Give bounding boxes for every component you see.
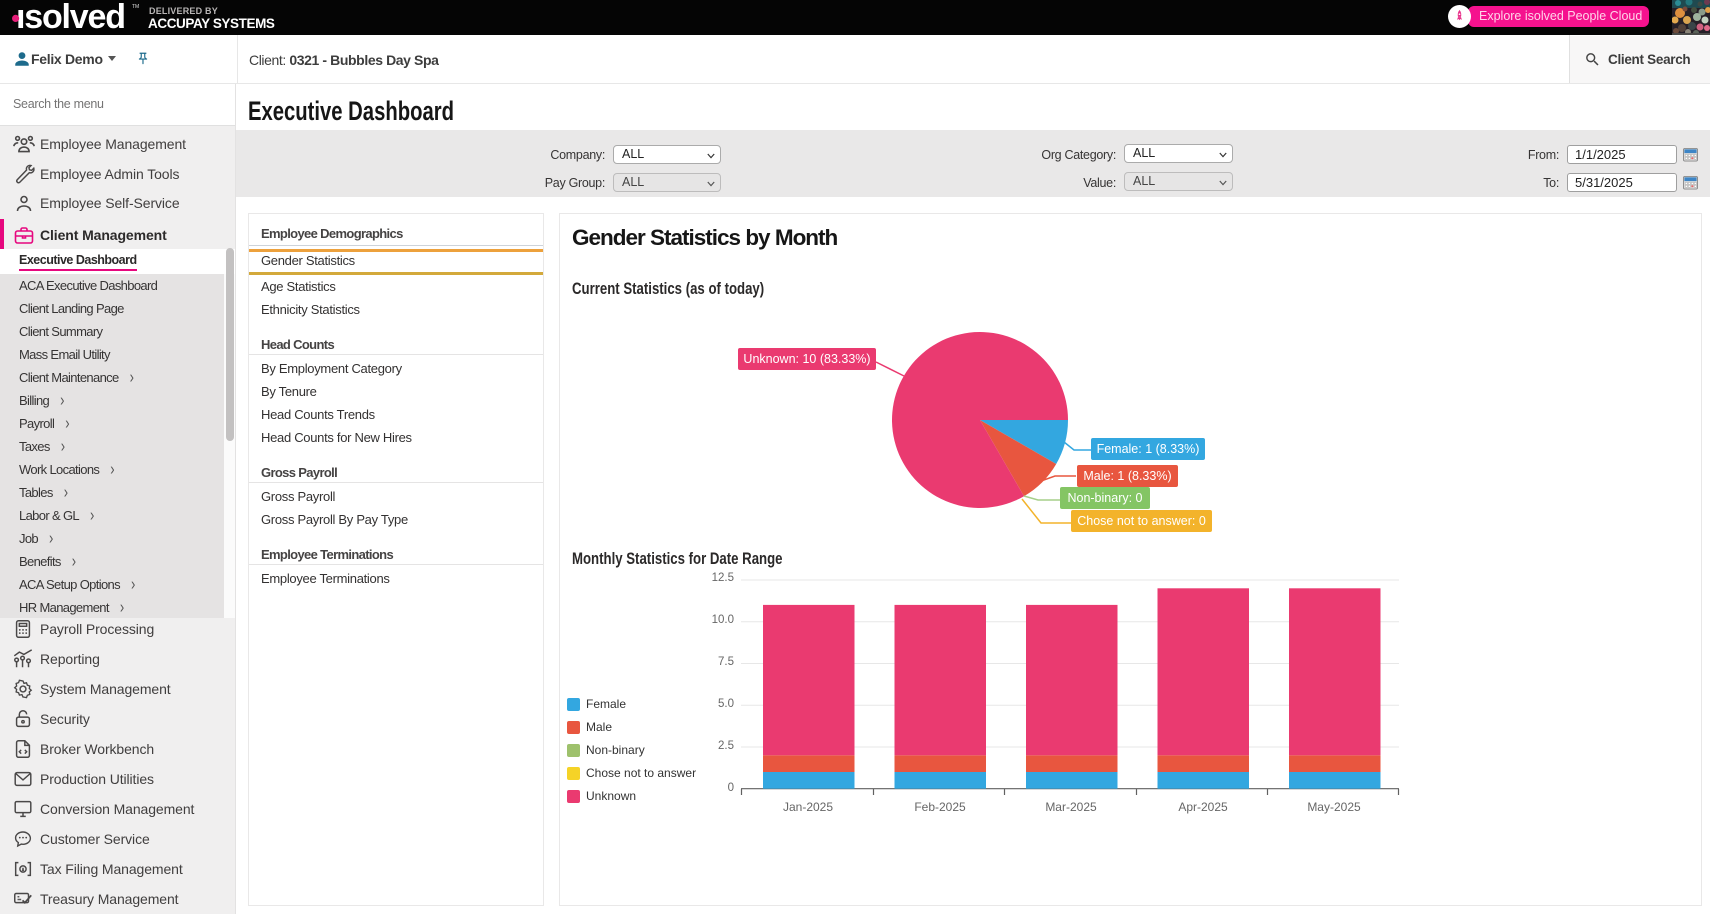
svg-text:ısolved: ısolved xyxy=(16,0,125,35)
svg-text:TM: TM xyxy=(132,4,139,10)
